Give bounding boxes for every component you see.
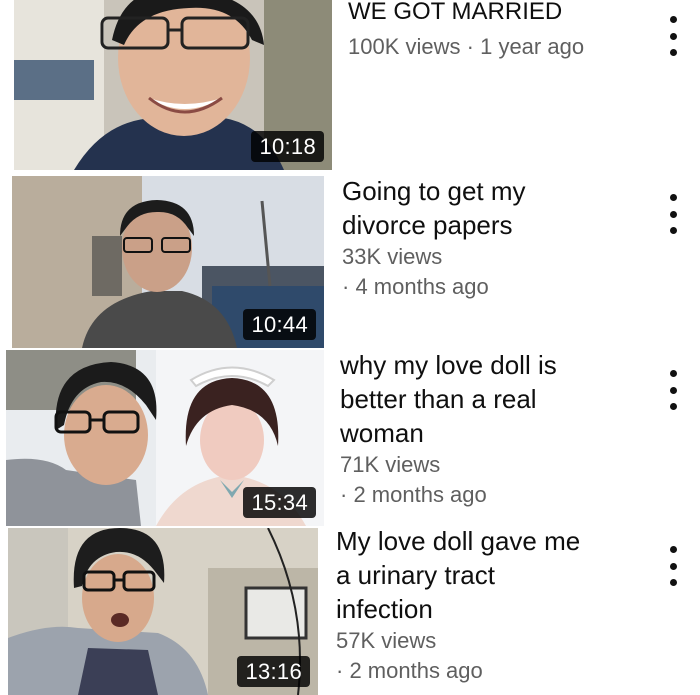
title-line: My love doll gave me bbox=[336, 526, 581, 556]
title-line: a urinary tract bbox=[336, 560, 495, 590]
video-item[interactable]: 15:34 why my love doll is better than a … bbox=[0, 348, 700, 528]
title-line: woman bbox=[340, 418, 424, 448]
video-thumbnail[interactable]: 13:16 bbox=[8, 528, 318, 695]
title-line: divorce papers bbox=[342, 210, 513, 240]
title-line: better than a real bbox=[340, 384, 537, 414]
video-duration: 10:18 bbox=[251, 131, 324, 162]
meta-separator: · bbox=[342, 274, 350, 299]
video-item[interactable]: 10:44 Going to get my divorce papers 33K… bbox=[0, 174, 700, 350]
video-meta: · 2 months ago bbox=[336, 656, 580, 686]
video-thumbnail[interactable]: 10:18 bbox=[14, 0, 332, 170]
upload-age: 2 months ago bbox=[349, 658, 483, 683]
view-count: 71K views bbox=[340, 452, 441, 477]
video-info: My love doll gave me a urinary tract inf… bbox=[336, 524, 580, 686]
video-title[interactable]: Going to get my divorce papers bbox=[342, 174, 526, 242]
meta-separator: · bbox=[340, 482, 348, 507]
more-options-icon[interactable] bbox=[668, 194, 678, 234]
video-info: why my love doll is better than a real w… bbox=[340, 348, 557, 510]
view-count: 57K views bbox=[336, 628, 437, 653]
video-thumbnail[interactable]: 10:44 bbox=[12, 176, 324, 348]
view-count: 100K views bbox=[348, 34, 461, 59]
video-duration: 10:44 bbox=[243, 309, 316, 340]
title-line: why my love doll is bbox=[340, 350, 557, 380]
video-title[interactable]: WE GOT MARRIED bbox=[348, 0, 584, 26]
video-title[interactable]: why my love doll is better than a real w… bbox=[340, 348, 557, 450]
video-duration: 13:16 bbox=[237, 656, 310, 687]
video-meta: · 4 months ago bbox=[342, 272, 526, 302]
video-info: WE GOT MARRIED 100K views · 1 year ago bbox=[348, 0, 584, 62]
video-item[interactable]: 10:18 WE GOT MARRIED 100K views · 1 year… bbox=[0, 0, 700, 172]
more-options-icon[interactable] bbox=[668, 546, 678, 586]
more-options-icon[interactable] bbox=[668, 16, 678, 56]
video-item[interactable]: 13:16 My love doll gave me a urinary tra… bbox=[0, 526, 700, 695]
upload-age: 4 months ago bbox=[355, 274, 489, 299]
video-info: Going to get my divorce papers 33K views… bbox=[342, 174, 526, 302]
upload-age: 1 year ago bbox=[480, 34, 585, 59]
video-meta: · 2 months ago bbox=[340, 480, 557, 510]
more-options-icon[interactable] bbox=[668, 370, 678, 410]
video-duration: 15:34 bbox=[243, 487, 316, 518]
meta-separator: · bbox=[466, 34, 474, 59]
title-line: infection bbox=[336, 594, 433, 624]
view-count: 33K views bbox=[342, 244, 443, 269]
video-meta: 100K views · 1 year ago bbox=[348, 32, 584, 62]
meta-separator: · bbox=[336, 658, 344, 683]
video-title[interactable]: My love doll gave me a urinary tract inf… bbox=[336, 524, 580, 626]
title-line: Going to get my bbox=[342, 176, 526, 206]
upload-age: 2 months ago bbox=[353, 482, 487, 507]
video-thumbnail[interactable]: 15:34 bbox=[6, 350, 324, 526]
